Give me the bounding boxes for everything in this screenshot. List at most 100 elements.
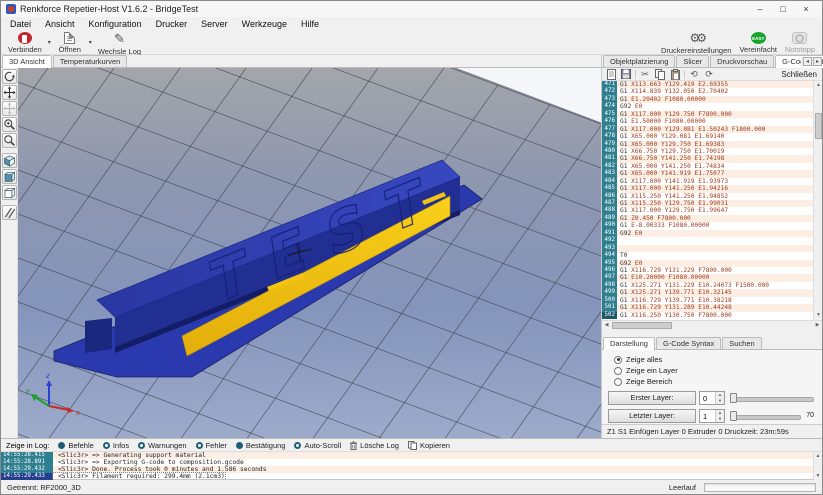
gcode-line[interactable]: 476 G1 E1.50000 F1080.00000 bbox=[602, 118, 813, 125]
maximize-button[interactable]: □ bbox=[772, 3, 794, 16]
log-entry[interactable]: 14:55:28.891 <Slic3r> => Exporting G-cod… bbox=[1, 459, 822, 466]
emergency-stop-button[interactable]: Notstopp bbox=[781, 31, 819, 54]
gcode-line[interactable]: 475 G1 X117.000 Y129.750 F7800.000 bbox=[602, 111, 813, 118]
open-dropdown-arrow[interactable]: ▾ bbox=[87, 39, 94, 46]
radio-icon[interactable] bbox=[614, 367, 622, 375]
log-filter-toggle[interactable]: Infos bbox=[103, 441, 129, 450]
gcode-lines[interactable]: 471 G1 X113.663 Y129.419 E2.69355 472 G1… bbox=[602, 81, 813, 320]
gcode-line[interactable]: 480 G1 X66.750 Y129.750 E1.70019 bbox=[602, 148, 813, 155]
gcode-line[interactable]: 491 G92 E0 bbox=[602, 230, 813, 237]
view-tab[interactable]: Temperaturkurven bbox=[53, 55, 127, 67]
gcode-line[interactable]: 483 G1 X65.000 Y141.919 E1.75077 bbox=[602, 170, 813, 177]
gcode-line[interactable]: 502 G1 X116.250 Y130.750 F7800.000 bbox=[602, 312, 813, 319]
gcode-line[interactable]: 496 G1 X116.729 Y131.229 F7800.000 bbox=[602, 267, 813, 274]
new-file-icon[interactable] bbox=[605, 69, 617, 80]
right-panel-tab[interactable]: Druckvorschau bbox=[710, 55, 774, 67]
scroll-down-arrow[interactable]: ▼ bbox=[814, 311, 822, 320]
minimize-button[interactable]: – bbox=[749, 3, 771, 16]
right-panel-tab[interactable]: Objektplatzierung bbox=[603, 55, 675, 67]
rotate-view-button[interactable] bbox=[2, 69, 17, 84]
save-icon[interactable] bbox=[620, 69, 632, 80]
isometric-view-button[interactable] bbox=[2, 153, 17, 168]
gcode-line[interactable]: 478 G1 X65.000 Y129.081 E1.69140 bbox=[602, 133, 813, 140]
connect-button[interactable]: Verbinden bbox=[4, 31, 46, 54]
display-radio-option[interactable]: Zeige Bereich bbox=[614, 376, 816, 387]
tab-scroll-right[interactable]: ▸ bbox=[813, 57, 822, 66]
radio-icon[interactable] bbox=[614, 378, 622, 386]
gcode-line[interactable]: 474 G92 E0 bbox=[602, 103, 813, 110]
menu-item[interactable]: Hilfe bbox=[294, 18, 326, 30]
open-button[interactable]: Öffnen bbox=[53, 31, 87, 54]
view-tab[interactable]: 3D Ansicht bbox=[2, 55, 52, 68]
last-layer-button[interactable]: Letzter Layer: bbox=[608, 409, 696, 423]
gcode-line[interactable]: 481 G1 X66.750 Y141.250 E1.74198 bbox=[602, 155, 813, 162]
gcode-line[interactable]: 472 G1 X114.839 Y132.050 E2.70402 bbox=[602, 88, 813, 95]
menu-item[interactable]: Drucker bbox=[149, 18, 195, 30]
paste-icon[interactable] bbox=[669, 69, 681, 80]
gcode-line[interactable]: 482 G1 X65.000 Y141.250 E1.74834 bbox=[602, 163, 813, 170]
display-radio-option[interactable]: Zeige alles bbox=[614, 354, 816, 365]
menu-item[interactable]: Konfiguration bbox=[82, 18, 149, 30]
radio-icon[interactable] bbox=[614, 356, 622, 364]
last-layer-slider[interactable] bbox=[728, 410, 803, 422]
clear-log-button[interactable]: Lösche Log bbox=[350, 441, 399, 450]
3d-scene[interactable]: TEST z x bbox=[18, 68, 601, 438]
log-entry[interactable]: 14:55:29.432 <Slic3r> Done. Process took… bbox=[1, 466, 822, 473]
copy-icon[interactable] bbox=[654, 69, 666, 80]
zoom-out-button[interactable] bbox=[2, 133, 17, 148]
gcode-line[interactable]: 487 G1 X115.250 Y129.750 E1.99031 bbox=[602, 200, 813, 207]
log-filter-toggle[interactable]: Auto-Scroll bbox=[294, 441, 341, 450]
log-filter-toggle[interactable]: Fehler bbox=[196, 441, 227, 450]
log-filter-toggle[interactable]: Warnungen bbox=[138, 441, 187, 450]
display-radio-option[interactable]: Zeige ein Layer bbox=[614, 365, 816, 376]
close-button[interactable]: × bbox=[795, 3, 817, 16]
menu-item[interactable]: Datei bbox=[3, 18, 38, 30]
editor-horizontal-scrollbar[interactable]: ◀ ▶ bbox=[602, 320, 822, 329]
editor-close-button[interactable]: Schließen bbox=[781, 70, 819, 79]
scroll-right-arrow[interactable]: ▶ bbox=[813, 321, 822, 330]
log-scrollbar[interactable]: ▲ ▼ bbox=[813, 452, 822, 480]
scrollbar-thumb[interactable] bbox=[815, 113, 822, 139]
zoom-in-button[interactable] bbox=[2, 117, 17, 132]
gcode-line[interactable]: 479 G1 X65.000 Y129.750 E1.69383 bbox=[602, 141, 813, 148]
top-view-button[interactable] bbox=[2, 185, 17, 200]
first-layer-spinner[interactable]: 0 ▲▼ bbox=[699, 391, 725, 405]
menu-item[interactable]: Werkzeuge bbox=[235, 18, 294, 30]
gcode-line[interactable]: 490 G1 E-8.00333 F1080.00000 bbox=[602, 222, 813, 229]
scroll-down-arrow[interactable]: ▼ bbox=[814, 473, 822, 479]
copy-log-button[interactable]: Kopieren bbox=[408, 441, 450, 450]
connect-dropdown-arrow[interactable]: ▾ bbox=[46, 39, 53, 46]
gcode-line[interactable]: 495 G92 E0 bbox=[602, 260, 813, 267]
display-panel-tab[interactable]: Darstellung bbox=[603, 337, 655, 350]
log-filter-toggle[interactable]: Befehle bbox=[58, 441, 93, 450]
gcode-line[interactable]: 500 G1 X116.729 Y139.771 E10.38218 bbox=[602, 297, 813, 304]
menu-item[interactable]: Ansicht bbox=[38, 18, 82, 30]
log-entry[interactable]: 14:55:28.415 <Slic3r> => Generating supp… bbox=[1, 452, 822, 459]
move-viewpoint-button[interactable] bbox=[2, 101, 17, 116]
last-layer-spinner[interactable]: 1 ▲▼ bbox=[699, 409, 725, 423]
gcode-editor[interactable]: 471 G1 X113.663 Y129.419 E2.69355 472 G1… bbox=[602, 81, 822, 320]
gcode-line[interactable]: 477 G1 X117.000 Y129.081 E1.50243 F1800.… bbox=[602, 126, 813, 133]
cut-icon[interactable]: ✂ bbox=[639, 69, 651, 80]
tab-scroll-left[interactable]: ◂ bbox=[803, 57, 812, 66]
undo-icon[interactable]: ⟲ bbox=[688, 69, 700, 80]
gcode-line[interactable]: 473 G1 E1.20402 F1080.00000 bbox=[602, 96, 813, 103]
redo-icon[interactable]: ⟳ bbox=[703, 69, 715, 80]
slider-thumb[interactable] bbox=[730, 393, 737, 403]
gcode-line[interactable]: 501 G1 X116.729 Y131.289 E10.44248 bbox=[602, 304, 813, 311]
slider-thumb[interactable] bbox=[730, 411, 737, 421]
first-layer-button[interactable]: Erster Layer: bbox=[608, 391, 696, 405]
scrollbar-thumb[interactable] bbox=[612, 322, 672, 329]
gcode-line[interactable]: 471 G1 X113.663 Y129.419 E2.69355 bbox=[602, 81, 813, 88]
gcode-line[interactable]: 486 G1 X115.250 Y141.250 E1.94852 bbox=[602, 193, 813, 200]
gcode-line[interactable]: 494 T0 bbox=[602, 252, 813, 259]
first-layer-slider[interactable] bbox=[728, 392, 816, 404]
log-entry[interactable]: 14:55:29.433 <Slic3r> Filament required:… bbox=[1, 473, 822, 480]
spin-down-arrow[interactable]: ▼ bbox=[716, 416, 724, 422]
3d-viewport[interactable]: TEST z x bbox=[1, 68, 601, 438]
display-panel-tab[interactable]: G-Code Syntax bbox=[656, 337, 721, 349]
gcode-line[interactable]: 493 bbox=[602, 245, 813, 252]
gcode-line[interactable]: 485 G1 X117.000 Y141.250 E1.94216 bbox=[602, 185, 813, 192]
log-entries[interactable]: 14:55:28.415 <Slic3r> => Generating supp… bbox=[1, 452, 822, 480]
gcode-line[interactable]: 498 G1 X125.271 Y131.229 E10.24073 F1500… bbox=[602, 282, 813, 289]
